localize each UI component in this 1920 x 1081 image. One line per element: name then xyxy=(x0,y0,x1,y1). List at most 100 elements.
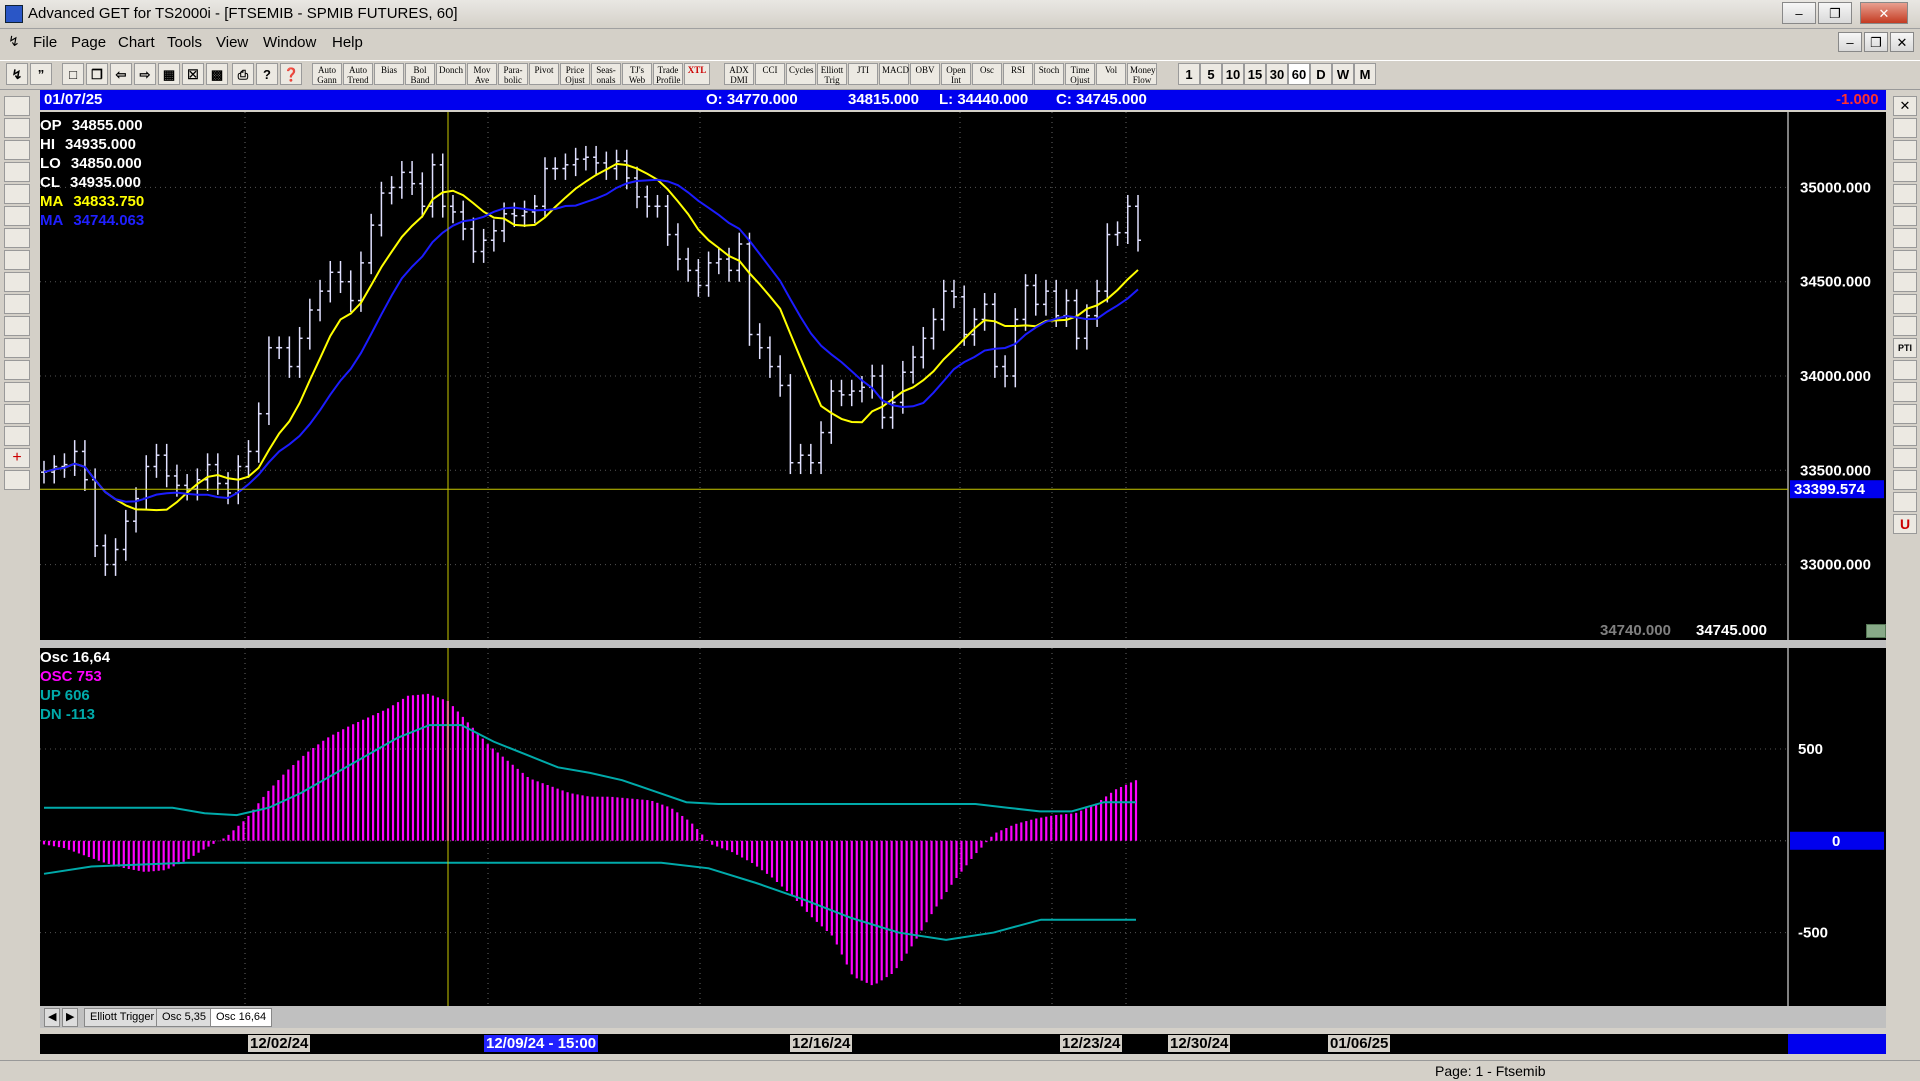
open-icon[interactable] xyxy=(4,96,30,116)
new-page-icon[interactable]: □ xyxy=(62,63,84,85)
indicator-button[interactable]: Bias xyxy=(374,63,404,85)
fib-time-icon[interactable] xyxy=(1893,206,1917,226)
elliott-icon[interactable] xyxy=(4,184,30,204)
indicator-button[interactable]: Para-bolic xyxy=(498,63,528,85)
fib-ext-icon[interactable] xyxy=(1893,184,1917,204)
crosshair-icon[interactable]: + xyxy=(4,448,30,468)
close-x-icon[interactable]: ✕ xyxy=(1893,96,1917,116)
magnet-icon[interactable]: U xyxy=(1893,514,1917,534)
indicator-button[interactable]: Auto Gann xyxy=(312,63,342,85)
tab-scroll-left[interactable]: ◀ xyxy=(44,1008,61,1027)
indicator-button[interactable]: Cycles xyxy=(786,63,816,85)
minimize-button[interactable]: – xyxy=(1782,2,1816,24)
calendar-icon[interactable] xyxy=(1893,492,1917,512)
right-arrow-icon[interactable] xyxy=(4,272,30,292)
indicator-button[interactable]: Osc xyxy=(972,63,1002,85)
right-arrow-icon[interactable]: ⇨ xyxy=(134,63,156,85)
study-icon[interactable] xyxy=(4,162,30,182)
left-arrow-icon[interactable]: ⇦ xyxy=(110,63,132,85)
indicator-button[interactable]: XTL xyxy=(684,63,710,85)
down-arrow-icon[interactable] xyxy=(4,228,30,248)
indicator-button[interactable]: OBV xyxy=(910,63,940,85)
tab-osc-16-64[interactable]: Osc 16,64 xyxy=(210,1008,273,1027)
oscillator-chart[interactable]: 500 0 -500 xyxy=(40,648,1886,1006)
menu-page[interactable]: Page xyxy=(71,34,106,51)
indicator-button[interactable]: Open Int xyxy=(941,63,971,85)
menu-file[interactable]: File xyxy=(33,34,57,51)
fan-icon[interactable] xyxy=(1893,250,1917,270)
indicator-button[interactable]: Stoch xyxy=(1034,63,1064,85)
indicator-button[interactable]: CCI xyxy=(755,63,785,85)
fib-ret-icon[interactable] xyxy=(1893,162,1917,182)
spiral-icon[interactable] xyxy=(1893,228,1917,248)
indicator-button[interactable]: Money Flow xyxy=(1127,63,1157,85)
tile-icon[interactable]: ▦ xyxy=(158,63,180,85)
panel-separator[interactable] xyxy=(40,640,1886,648)
mdi-close-button[interactable]: ✕ xyxy=(1890,32,1914,52)
indicator-button[interactable]: MACD xyxy=(879,63,909,85)
text-icon[interactable] xyxy=(1893,404,1917,424)
indicator-button[interactable]: Price Ojust xyxy=(560,63,590,85)
copy-icon[interactable]: ❐ xyxy=(86,63,108,85)
mdi-restore-button[interactable]: ❐ xyxy=(1864,32,1888,52)
pencil-icon[interactable] xyxy=(1893,118,1917,138)
context-help-icon[interactable]: ❓ xyxy=(280,63,303,85)
indicator-button[interactable]: Auto Trend xyxy=(343,63,373,85)
indicator-button[interactable]: Donch xyxy=(436,63,466,85)
indicator-button[interactable]: Bol Band xyxy=(405,63,435,85)
tab-osc-5-35[interactable]: Osc 5,35 xyxy=(156,1008,213,1027)
menu-help[interactable]: Help xyxy=(332,34,363,51)
indicator-button[interactable]: TJ's Web xyxy=(622,63,652,85)
mdi-minimize-button[interactable]: – xyxy=(1838,32,1862,52)
compress-icon[interactable] xyxy=(4,316,30,336)
reset-icon[interactable] xyxy=(4,140,30,160)
expand-icon[interactable] xyxy=(4,294,30,314)
pti-icon[interactable]: PTI xyxy=(1893,338,1917,358)
indicator-button[interactable]: RSI xyxy=(1003,63,1033,85)
up-arrow-icon[interactable] xyxy=(4,206,30,226)
chart-settings-icon[interactable] xyxy=(1866,624,1886,638)
close-button[interactable]: ✕ xyxy=(1860,2,1908,24)
indicator-button[interactable]: Pivot xyxy=(529,63,559,85)
mob-icon[interactable] xyxy=(1893,382,1917,402)
interval-button[interactable]: 60 xyxy=(1288,63,1310,85)
grid-icon[interactable] xyxy=(4,360,30,380)
indicator-button[interactable]: Trade Profile xyxy=(653,63,683,85)
channel-icon[interactable] xyxy=(1893,316,1917,336)
menu-window[interactable]: Window xyxy=(263,34,316,51)
oscillator-panel[interactable]: 500 0 -500 Osc 16,64 OSC 753 UP 606 DN -113 xyxy=(40,648,1886,1006)
interval-button[interactable]: M xyxy=(1354,63,1376,85)
quote-icon[interactable]: ” xyxy=(30,63,52,85)
interval-button[interactable]: 10 xyxy=(1222,63,1244,85)
gann-icon[interactable] xyxy=(4,404,30,424)
interval-button[interactable]: 15 xyxy=(1244,63,1266,85)
fib-icon[interactable] xyxy=(4,426,30,446)
price-chart[interactable]: 35000.000 34500.000 34000.000 33500.000 3300… xyxy=(40,112,1886,640)
zoom-icon[interactable] xyxy=(4,338,30,358)
help-icon[interactable]: ? xyxy=(256,63,278,85)
left-arrow-icon[interactable] xyxy=(4,250,30,270)
print-icon[interactable]: ⎙ xyxy=(232,63,254,85)
box-icon[interactable] xyxy=(1893,272,1917,292)
interval-button[interactable]: 5 xyxy=(1200,63,1222,85)
indicator-button[interactable]: Elliott Trig xyxy=(817,63,847,85)
magnify-icon[interactable] xyxy=(1893,426,1917,446)
printer-icon[interactable] xyxy=(4,470,30,490)
eq-icon[interactable] xyxy=(1893,470,1917,490)
grid-tool-icon[interactable] xyxy=(1893,360,1917,380)
interval-button[interactable]: 1 xyxy=(1178,63,1200,85)
indicator-button[interactable]: Mov Ave xyxy=(467,63,497,85)
restore-button[interactable]: ❐ xyxy=(1818,2,1852,24)
ruler-icon[interactable] xyxy=(1893,140,1917,160)
indicator-button[interactable]: ADX DMI xyxy=(724,63,754,85)
indicator-button[interactable]: Time Ojust xyxy=(1065,63,1095,85)
interval-button[interactable]: 30 xyxy=(1266,63,1288,85)
pointer-icon[interactable]: ↯ xyxy=(6,63,28,85)
glasses-icon[interactable] xyxy=(4,118,30,138)
interval-button[interactable]: D xyxy=(1310,63,1332,85)
menu-view[interactable]: View xyxy=(216,34,248,51)
menu-chart[interactable]: Chart xyxy=(118,34,155,51)
paint-icon[interactable] xyxy=(1893,448,1917,468)
price-chart-panel[interactable]: 35000.000 34500.000 34000.000 33500.000 3300… xyxy=(40,112,1886,640)
indicator-button[interactable]: Seas-onals xyxy=(591,63,621,85)
